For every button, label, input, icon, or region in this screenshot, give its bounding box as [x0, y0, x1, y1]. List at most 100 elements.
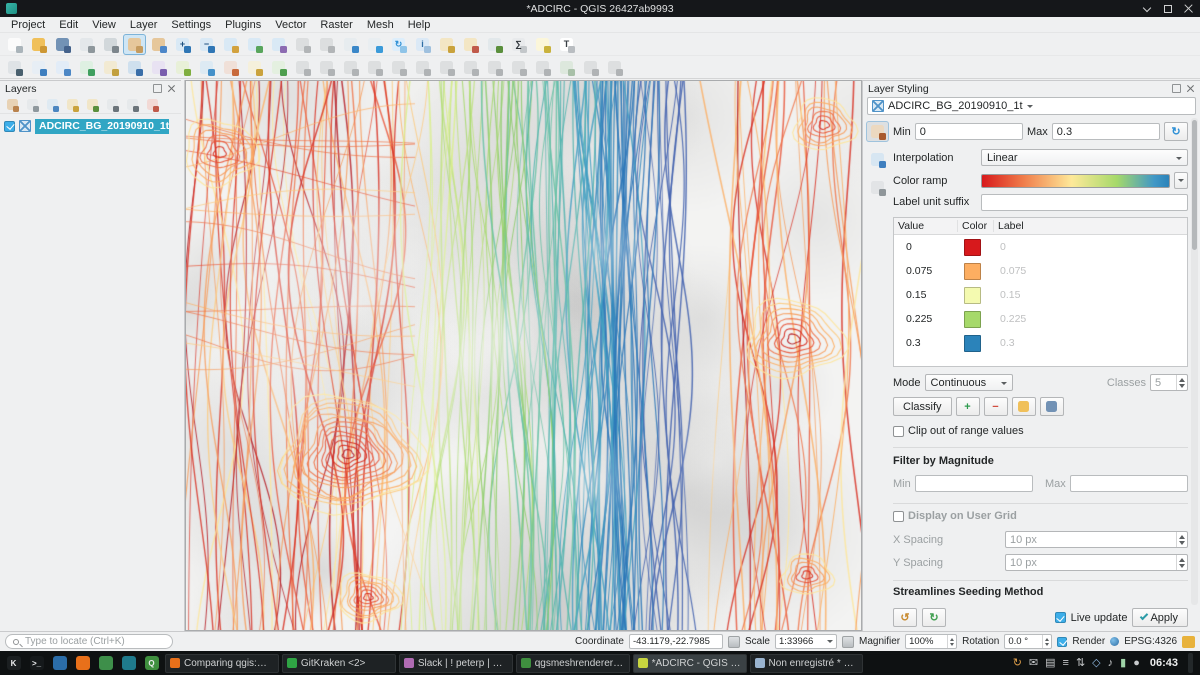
y-spacing-spinner[interactable]: 10 px: [1005, 554, 1188, 571]
spinner-arrows[interactable]: [1176, 555, 1187, 570]
remove-class-button[interactable]: −: [984, 397, 1008, 416]
min-input[interactable]: [915, 123, 1023, 140]
class-color-swatch[interactable]: [964, 311, 981, 328]
classification-row[interactable]: 0.075 0.075: [894, 259, 1187, 283]
map-canvas[interactable]: [186, 81, 861, 630]
live-update-checkbox[interactable]: [1055, 612, 1066, 623]
load-color-map-button[interactable]: [1012, 397, 1036, 416]
locate-input[interactable]: [23, 635, 165, 648]
mail-icon[interactable]: ✉: [1029, 658, 1038, 669]
class-color-swatch[interactable]: [964, 335, 981, 352]
cut-features-icon[interactable]: [435, 57, 458, 78]
clock[interactable]: 06:43: [1150, 657, 1178, 669]
deselect-features-icon[interactable]: [459, 34, 482, 55]
rotation-spinner[interactable]: 0.0 °: [1004, 634, 1052, 649]
collapse-all-icon[interactable]: [123, 97, 141, 113]
class-color-swatch[interactable]: [964, 287, 981, 304]
classification-row[interactable]: 0.225 0.225: [894, 307, 1187, 331]
input-method-icon[interactable]: ≡: [1063, 658, 1069, 669]
filter-min-input[interactable]: [915, 475, 1033, 492]
filter-expression-icon[interactable]: [83, 97, 101, 113]
reload-minmax-button[interactable]: ↻: [1164, 122, 1188, 141]
temporal-controller-icon[interactable]: [363, 34, 386, 55]
layer-name[interactable]: ADCIRC_BG_20190910_1t: [35, 119, 169, 134]
classes-spinner[interactable]: 5: [1150, 374, 1188, 391]
close-icon[interactable]: [1183, 3, 1194, 14]
minimize-icon[interactable]: [1141, 3, 1152, 14]
label-unit-suffix-input[interactable]: [981, 194, 1188, 211]
clip-out-of-range-checkbox[interactable]: [893, 426, 904, 437]
terminal-icon[interactable]: >_: [26, 653, 47, 673]
spinner-arrows[interactable]: [1176, 375, 1187, 390]
filter-legend-icon[interactable]: [63, 97, 81, 113]
menu-raster[interactable]: Raster: [313, 17, 359, 32]
zoom-last-icon[interactable]: [291, 34, 314, 55]
lock-scale-icon[interactable]: [842, 636, 854, 648]
x-spacing-spinner[interactable]: 10 px: [1005, 531, 1188, 548]
undo-icon[interactable]: [507, 57, 530, 78]
styling-layer-selector[interactable]: ADCIRC_BG_20190910_1t: [867, 97, 1196, 115]
move-feature-icon[interactable]: [387, 57, 410, 78]
manage-themes-icon[interactable]: [43, 97, 61, 113]
zoom-to-layer-icon[interactable]: [267, 34, 290, 55]
zoom-to-selection-icon[interactable]: [243, 34, 266, 55]
spinner-arrows[interactable]: [947, 635, 956, 648]
new-shapefile-icon[interactable]: [243, 57, 266, 78]
color-ramp-menu-button[interactable]: [1174, 172, 1188, 189]
show-desktop-button[interactable]: [1188, 653, 1193, 673]
notifications-icon[interactable]: ●: [1133, 658, 1140, 669]
mode-select[interactable]: Continuous: [925, 374, 1013, 391]
classification-row[interactable]: 0.15 0.15: [894, 283, 1187, 307]
settings-tab-icon[interactable]: [866, 149, 889, 170]
coordinate-value[interactable]: -43.1179,-22.7985: [629, 634, 723, 649]
undock-styling-icon[interactable]: [1172, 84, 1181, 93]
add-class-button[interactable]: +: [956, 397, 980, 416]
undock-panel-icon[interactable]: [153, 84, 162, 93]
new-map-view-icon[interactable]: [339, 34, 362, 55]
interpolation-select[interactable]: Linear: [981, 149, 1188, 166]
toggle-editing-icon[interactable]: [291, 57, 314, 78]
clipboard-icon[interactable]: ▤: [1045, 658, 1055, 669]
redo-icon[interactable]: [531, 57, 554, 78]
pan-to-selection-icon[interactable]: [147, 34, 170, 55]
scale-select[interactable]: 1:33966: [775, 634, 837, 649]
taskbar-window-qgis[interactable]: *ADCIRC - QGIS 26427...: [633, 654, 747, 673]
layer-visibility-checkbox[interactable]: [4, 121, 15, 132]
add-vector-layer-icon[interactable]: [27, 57, 50, 78]
refresh-map-icon[interactable]: ↻: [387, 34, 410, 55]
menu-vector[interactable]: Vector: [268, 17, 313, 32]
menu-settings[interactable]: Settings: [164, 17, 218, 32]
new-geopackage-icon[interactable]: [267, 57, 290, 78]
monitor-icon[interactable]: [118, 653, 139, 673]
classification-row[interactable]: 0.3 0.3: [894, 331, 1187, 355]
network-icon[interactable]: ⇅: [1076, 658, 1085, 669]
log-messages-icon[interactable]: [1182, 636, 1195, 648]
package-icon[interactable]: [95, 653, 116, 673]
k-menu-icon[interactable]: K: [3, 653, 24, 673]
filter-max-input[interactable]: [1070, 475, 1188, 492]
add-mesh-layer-icon[interactable]: [75, 57, 98, 78]
close-styling-icon[interactable]: [1186, 84, 1195, 93]
add-spatialite-icon[interactable]: [147, 57, 170, 78]
class-color-swatch[interactable]: [964, 239, 981, 256]
mesh-calculator-icon[interactable]: [579, 57, 602, 78]
add-wms-icon[interactable]: [171, 57, 194, 78]
identify-features-icon[interactable]: i: [411, 34, 434, 55]
taskbar-window-gitkraken[interactable]: GitKraken <2>: [282, 654, 396, 673]
text-annotation-icon[interactable]: T: [555, 34, 578, 55]
save-color-map-button[interactable]: [1040, 397, 1064, 416]
delete-selected-icon[interactable]: [411, 57, 434, 78]
measure-line-icon[interactable]: [483, 34, 506, 55]
styling-scrollbar[interactable]: [1191, 118, 1198, 605]
zoom-full-icon[interactable]: [219, 34, 242, 55]
class-color-swatch[interactable]: [964, 263, 981, 280]
qgis-launcher-icon[interactable]: Q: [141, 653, 162, 673]
zoom-next-icon[interactable]: [315, 34, 338, 55]
files-icon[interactable]: [49, 653, 70, 673]
pan-map-icon[interactable]: [123, 34, 146, 55]
history-tab-icon[interactable]: [866, 177, 889, 198]
add-postgis-icon[interactable]: [123, 57, 146, 78]
taskbar-window-slack[interactable]: Slack | ! peterp | Lutr...: [399, 654, 513, 673]
battery-icon[interactable]: ▮: [1120, 658, 1126, 669]
paste-features-icon[interactable]: [483, 57, 506, 78]
